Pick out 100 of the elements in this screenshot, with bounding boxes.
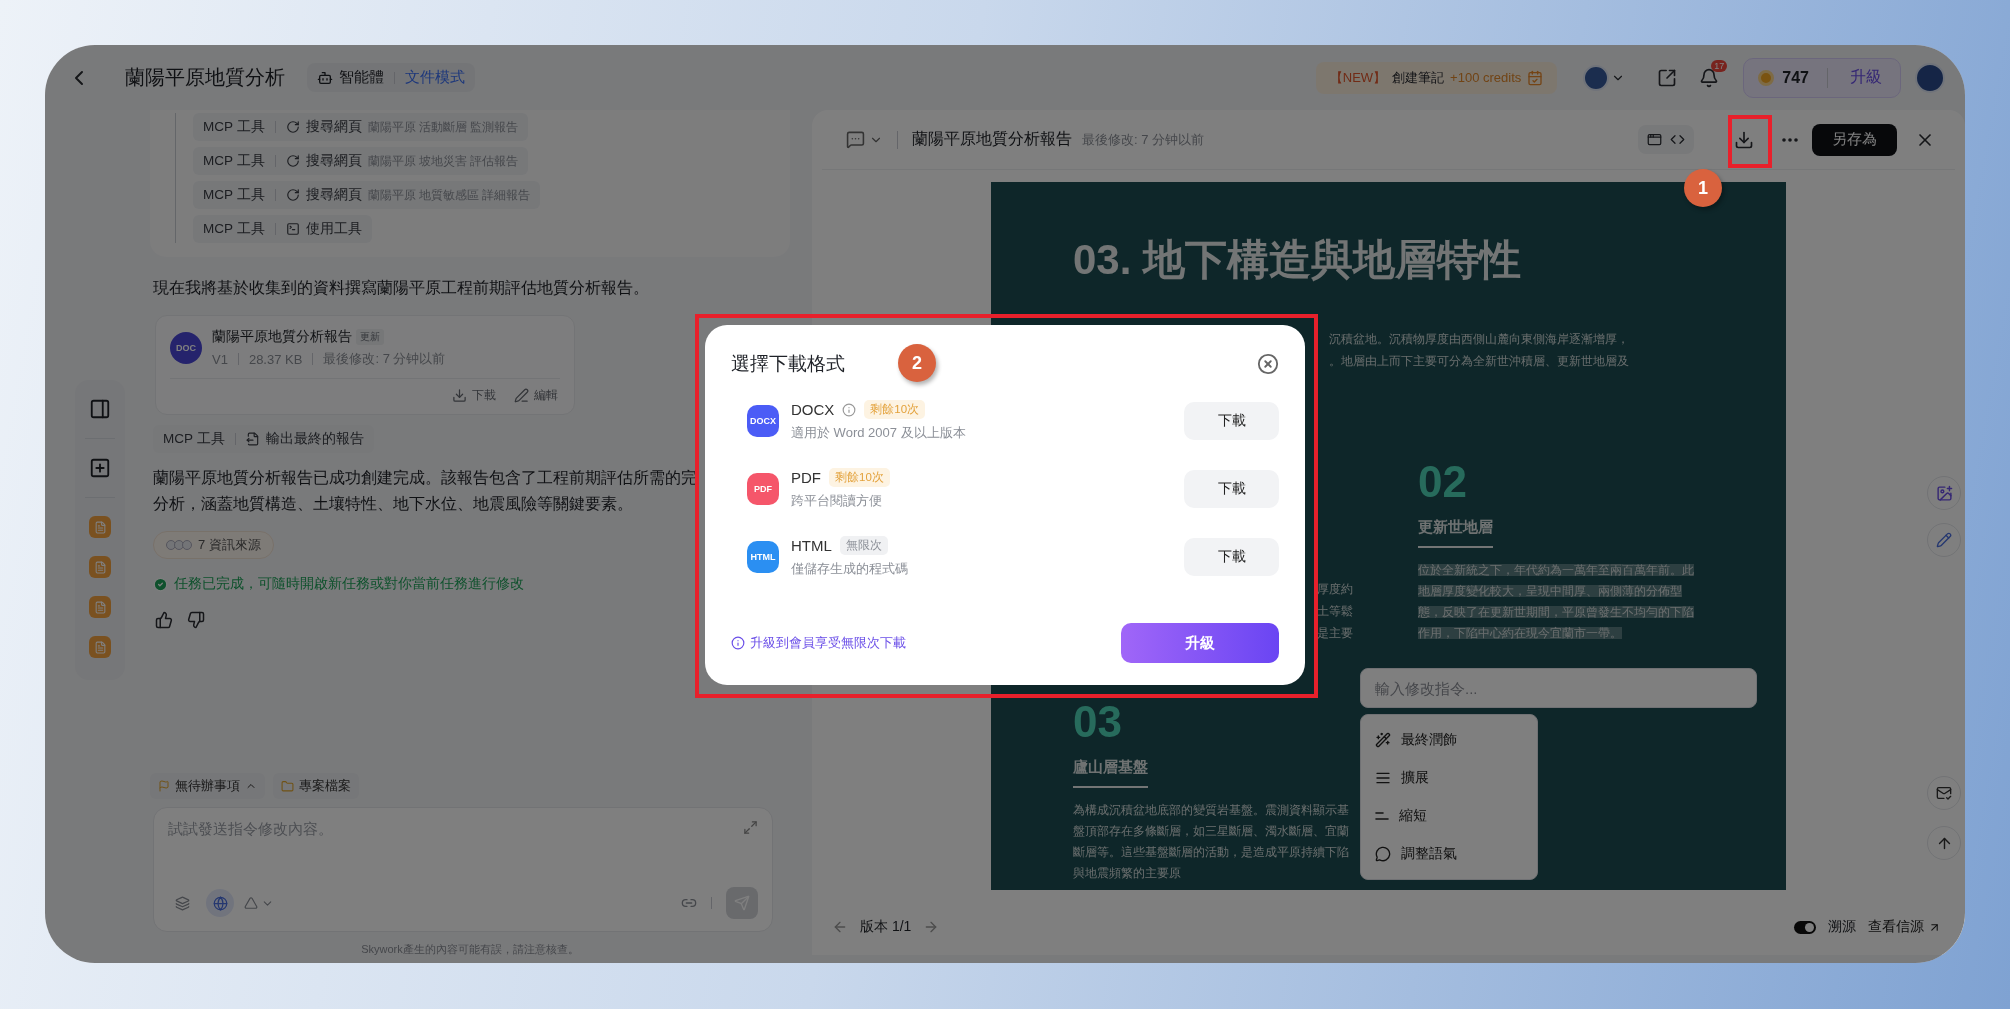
document-app-icon[interactable] — [89, 596, 111, 618]
notifications-button[interactable] — [1699, 67, 1720, 88]
new-chat-icon[interactable] — [89, 457, 111, 479]
menu-item[interactable]: 最終潤飾 — [1361, 721, 1537, 759]
model-picker[interactable] — [244, 896, 274, 910]
section-heading: 更新世地層 — [1418, 518, 1493, 548]
paragraph-line: 土等鬆 — [1317, 604, 1353, 619]
scroll-top-button[interactable] — [1927, 826, 1961, 860]
thumbs-up-icon — [155, 611, 173, 629]
section-text: 為構成沉積盆地底部的變質岩基盤。震測資料顯示基盤頂部存在多條斷層，如三星斷層、濁水斷層、宜蘭斷層等。這些基盤斷層的活動，是造成平原持續下陷與地震頻繁的主要原 — [1073, 803, 1350, 881]
more-button[interactable] — [1782, 137, 1798, 142]
format-name: PDF — [791, 469, 821, 486]
sources-chip[interactable]: 7 資訊來源 — [153, 531, 274, 559]
mail-icon — [1936, 785, 1952, 801]
tool-label: MCP 工具 — [203, 118, 265, 136]
document-app-icon[interactable] — [89, 636, 111, 658]
file-type-icon: HTML — [747, 541, 779, 573]
promo-banner[interactable]: 【NEW】 創建筆記 +100 credits — [1315, 61, 1558, 94]
image-icon — [1935, 484, 1953, 502]
image-edit-button[interactable] — [1927, 476, 1961, 510]
folder-icon — [281, 779, 294, 793]
window-icon — [1647, 132, 1662, 147]
thumbs-down-icon — [187, 611, 205, 629]
share-button[interactable] — [1657, 67, 1678, 88]
trace-label: 溯源 — [1828, 918, 1856, 936]
previous-version-button[interactable] — [832, 919, 848, 935]
doc-file-icon: DOC — [170, 332, 202, 364]
lines-icon — [1375, 770, 1391, 786]
flag-icon — [158, 780, 170, 792]
tool-action: 輸出最終的報告 — [265, 430, 364, 448]
message-text: 分析，涵蓋地質構造、土壤特性、地下水位、地震風險等關鍵要素。 — [153, 494, 633, 514]
pen-button[interactable] — [1927, 523, 1961, 557]
credit-balance: 747 — [1782, 68, 1809, 87]
chat-bubble-icon — [1375, 846, 1391, 862]
notification-count: 17 — [1711, 59, 1728, 72]
format-description: 僅儲存生成的程式碼 — [791, 560, 908, 578]
promo-label: 創建筆記 — [1392, 68, 1445, 87]
tool-action: 搜尋網頁 — [305, 118, 362, 136]
refresh-icon — [285, 154, 300, 168]
mode-label: 文件模式 — [405, 68, 465, 87]
download-button[interactable]: 下載 — [1184, 538, 1279, 576]
quota-tag: 剩餘10次 — [864, 400, 926, 419]
menu-item[interactable]: 縮短 — [1361, 797, 1537, 835]
tool-label: MCP 工具 — [203, 152, 265, 170]
status-text: 任務已完成，可隨時開啟新任務或對你當前任務進行修改 — [174, 575, 524, 593]
document-app-icon[interactable] — [89, 516, 111, 538]
format-description: 跨平台閱讀方便 — [791, 492, 883, 510]
document-app-icon[interactable] — [89, 556, 111, 578]
close-button[interactable] — [1257, 353, 1279, 375]
chat-icon — [846, 130, 865, 149]
expand-icon[interactable] — [743, 820, 758, 835]
page-heading: 03. 地下構造與地層特性 — [1073, 235, 1523, 285]
pen-icon — [514, 388, 529, 403]
more-icon — [1782, 137, 1798, 142]
download-button[interactable]: 下載 — [1184, 470, 1279, 508]
calendar-icon — [1527, 69, 1544, 86]
panel-toggle-icon[interactable] — [89, 398, 111, 420]
dialog-title: 選擇下載格式 — [731, 352, 845, 376]
upgrade-note: 升級到會員享受無限次下載 — [750, 634, 906, 652]
section-heading: 廬山層基盤 — [1073, 758, 1148, 788]
menu-item[interactable]: 擴展 — [1361, 759, 1537, 797]
download-button[interactable]: 下載 — [1184, 402, 1279, 440]
message-text: 現在我將基於收集到的資料撰寫蘭陽平原工程前期評估地質分析報告。 — [153, 278, 649, 298]
download-button[interactable] — [1734, 129, 1754, 150]
view-sources-link[interactable]: 查看信源 — [1868, 918, 1941, 936]
tool-label: MCP 工具 — [203, 220, 265, 238]
tool-action: 搜尋網頁 — [305, 152, 362, 170]
tool-action: 搜尋網頁 — [305, 186, 362, 204]
globe-icon — [212, 895, 228, 911]
new-tag: 【NEW】 — [1329, 68, 1387, 87]
document-name: 蘭陽平原地質分析報告 — [212, 328, 352, 346]
paragraph-line: 。地層由上而下主要可分為全新世沖積層、更新世地層及 — [1329, 354, 1630, 369]
chat-menu-button[interactable] — [846, 130, 883, 149]
user-avatar[interactable] — [1915, 62, 1945, 93]
info-icon — [731, 636, 745, 650]
source-icons — [166, 540, 190, 550]
tool-label: MCP 工具 — [203, 186, 265, 204]
download-button[interactable]: 下載 — [450, 385, 498, 406]
thumbs-up-button[interactable] — [155, 611, 173, 629]
thumbs-down-button[interactable] — [187, 611, 205, 629]
section-number: 03 — [1073, 700, 1122, 744]
trace-toggle[interactable] — [1794, 920, 1816, 934]
agent-avatar — [1583, 64, 1610, 91]
file-type-icon: PDF — [747, 473, 779, 505]
edit-button[interactable]: 編輯 — [512, 385, 560, 406]
promo-credits: +100 credits — [1450, 70, 1522, 85]
terminal-icon — [285, 222, 300, 236]
mail-button[interactable] — [1927, 776, 1961, 810]
menu-item[interactable]: 調整語氣 — [1361, 835, 1537, 873]
save-as-button[interactable]: 另存為 — [1812, 123, 1897, 156]
refresh-icon — [285, 120, 300, 134]
bell-icon — [1699, 67, 1720, 88]
chat-title: 蘭陽平原地質分析 — [125, 65, 285, 90]
upgrade-link[interactable]: 升級 — [1846, 67, 1886, 88]
web-search-button[interactable] — [206, 889, 234, 917]
highlight-frame — [1728, 115, 1772, 168]
paragraph-line: 是主要 — [1317, 626, 1353, 641]
pencil-icon — [1936, 532, 1952, 548]
section-number: 02 — [1418, 460, 1467, 504]
upgrade-button[interactable]: 升級 — [1121, 623, 1279, 663]
